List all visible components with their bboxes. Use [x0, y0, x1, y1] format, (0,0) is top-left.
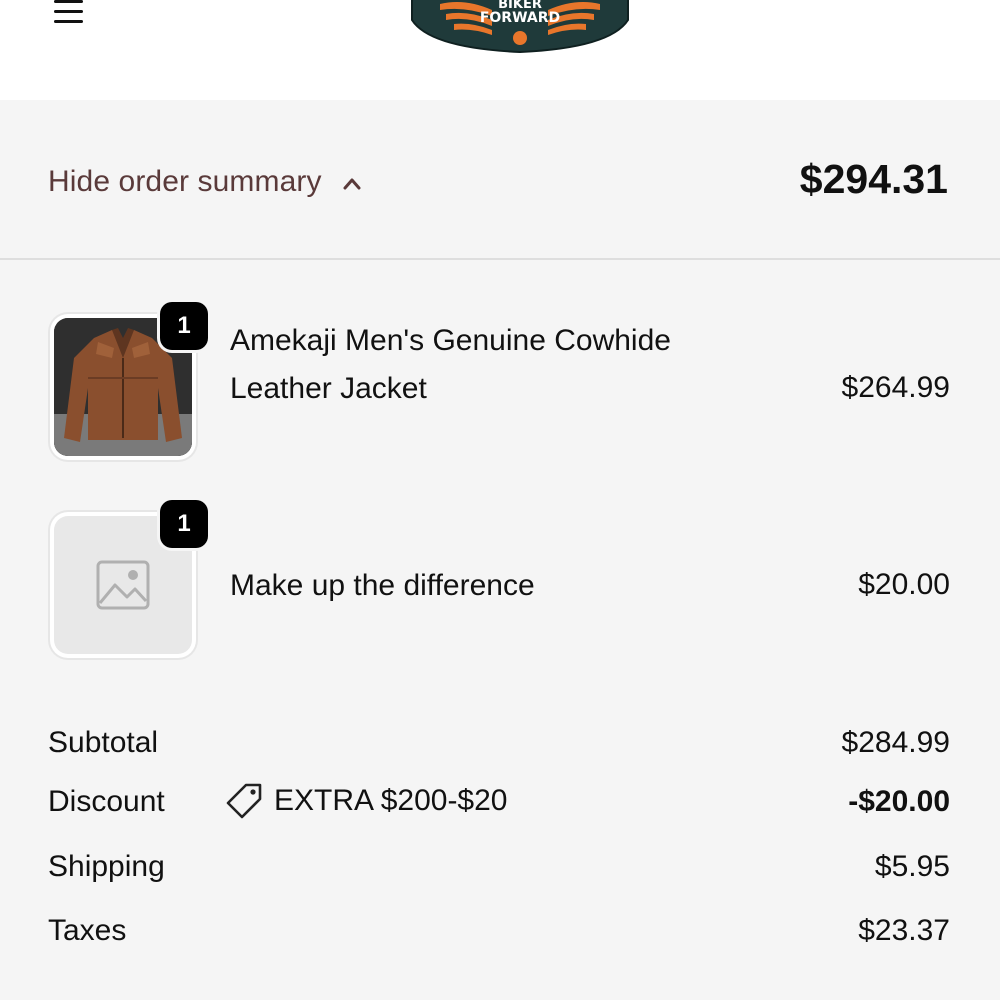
taxes-row: Taxes $23.37 — [48, 914, 950, 954]
shipping-label: Shipping — [48, 850, 165, 883]
taxes-value: $23.37 — [858, 914, 950, 947]
hamburger-menu-icon[interactable] — [52, 0, 86, 30]
checkout-page: BIKER FORWARD Hide order summary $294.31 — [0, 0, 1000, 1000]
shipping-row: Shipping $5.95 — [48, 850, 950, 890]
taxes-label: Taxes — [48, 914, 127, 947]
subtotal-label: Subtotal — [48, 726, 159, 759]
chevron-up-icon — [343, 178, 361, 190]
discount-code: EXTRA $200-$20 — [224, 781, 507, 821]
item-price: $20.00 — [858, 568, 950, 601]
discount-label: Discount — [48, 785, 165, 818]
discount-code-text: EXTRA $200-$20 — [274, 784, 508, 817]
biker-forward-logo[interactable]: BIKER FORWARD — [410, 0, 630, 54]
discount-row: Discount EXTRA $200-$20 -$20.00 — [48, 783, 950, 825]
order-summary-toggle-bar: Hide order summary $294.31 — [0, 100, 1000, 260]
quantity-badge: 1 — [160, 500, 208, 548]
logo-text-bottom: FORWARD — [480, 10, 560, 26]
toggle-label: Hide order summary — [48, 165, 322, 198]
tag-icon — [226, 783, 262, 819]
hide-order-summary-button[interactable]: Hide order summary — [48, 162, 362, 202]
image-placeholder-icon — [96, 560, 150, 610]
subtotal-value: $284.99 — [841, 726, 950, 759]
subtotal-row: Subtotal $284.99 — [48, 726, 950, 766]
discount-value: -$20.00 — [848, 785, 950, 818]
order-summary-details: 1 Amekaji Men's Genuine Cowhide Leather … — [0, 260, 1000, 1000]
item-price: $264.99 — [841, 371, 950, 404]
shipping-value: $5.95 — [874, 850, 950, 883]
site-header: BIKER FORWARD — [0, 0, 1000, 100]
item-name: Make up the difference — [230, 569, 535, 602]
order-total: $294.31 — [799, 156, 948, 202]
item-name: Amekaji Men's Genuine Cowhide Leather Ja… — [230, 324, 671, 405]
quantity-badge: 1 — [160, 302, 208, 350]
